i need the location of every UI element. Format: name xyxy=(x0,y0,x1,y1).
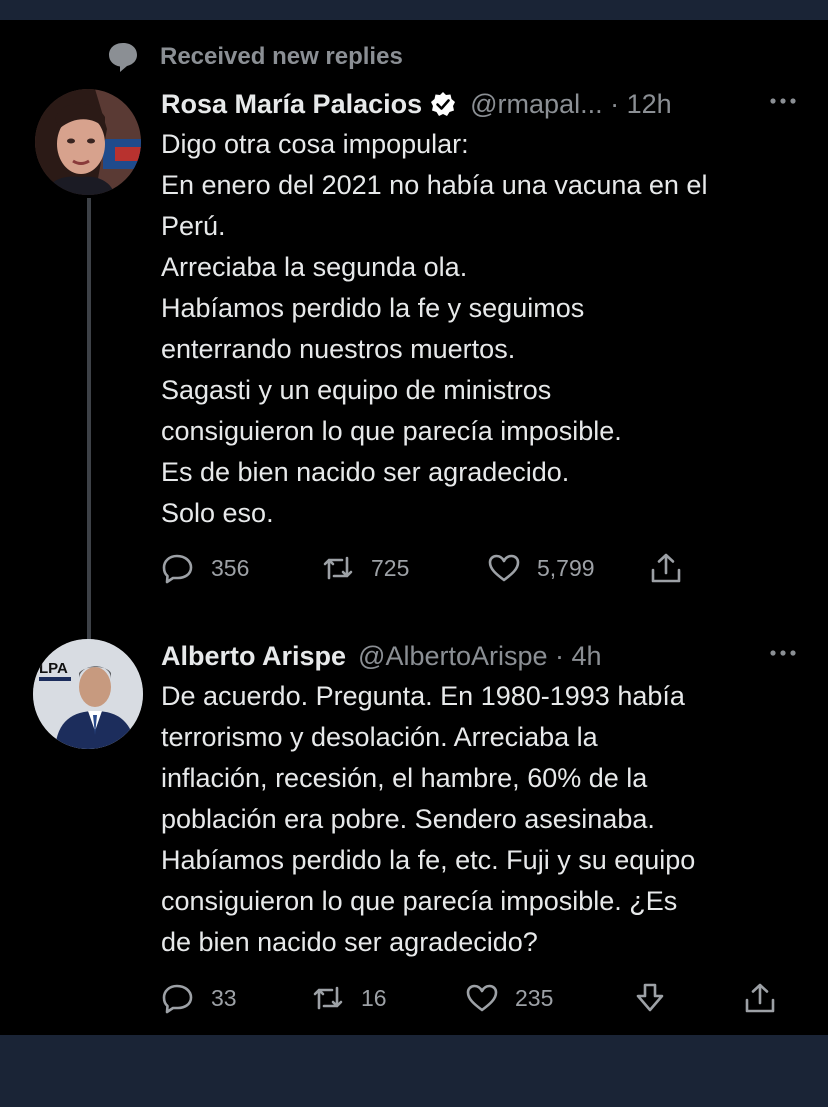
reply-icon xyxy=(162,984,193,1014)
avatar-alberto-image: LPA xyxy=(33,639,143,749)
retweet-icon xyxy=(313,986,343,1010)
tweet-text-line: Habíamos perdido la fe y seguimos xyxy=(161,293,585,323)
timeline-panel: Received new replies Rosa María Palacios… xyxy=(0,20,828,1035)
avatar-logo-text: LPA xyxy=(39,660,68,677)
like-button[interactable]: 235 xyxy=(465,978,553,1018)
handle-and-time[interactable]: @AlbertoArispe · 4h xyxy=(358,641,602,672)
tweet-text-line: Digo otra cosa impopular: xyxy=(161,129,469,159)
reply-count: 356 xyxy=(211,554,250,581)
handle-and-time[interactable]: @rmapal... · 12h xyxy=(470,89,672,120)
share-icon xyxy=(745,983,775,1013)
retweet-button[interactable]: 725 xyxy=(321,548,409,588)
tweet-actions: 356 725 5,799 xyxy=(161,548,801,588)
share-button[interactable] xyxy=(649,548,683,588)
display-name[interactable]: Alberto Arispe xyxy=(161,641,346,672)
more-options-icon[interactable] xyxy=(765,86,801,116)
tweet-text-line: población era pobre. Sendero asesinaba. xyxy=(161,804,655,834)
more-options-icon[interactable] xyxy=(765,638,801,668)
reply-icon xyxy=(162,554,193,584)
heart-icon xyxy=(488,554,520,582)
tweet-text-line: Solo eso. xyxy=(161,498,274,528)
like-count: 5,799 xyxy=(537,554,595,581)
like-button[interactable]: 5,799 xyxy=(487,548,595,588)
tweet-text-line: Habíamos perdido la fe, etc. Fuji y su e… xyxy=(161,845,696,875)
tweet-text-line: En enero del 2021 no había una vacuna en… xyxy=(161,170,708,200)
tweet-text: Digo otra cosa impopular: En enero del 2… xyxy=(161,124,707,534)
speech-bubble-icon xyxy=(109,43,137,72)
reply-count: 33 xyxy=(211,984,237,1011)
heart-icon xyxy=(466,984,498,1012)
share-button[interactable] xyxy=(743,978,777,1018)
share-icon xyxy=(651,553,681,583)
bottom-frame xyxy=(0,1035,828,1107)
new-replies-text: Received new replies xyxy=(160,43,403,70)
avatar-rosa[interactable] xyxy=(35,89,141,195)
retweet-count: 16 xyxy=(361,984,387,1011)
retweet-count: 725 xyxy=(371,554,410,581)
display-name[interactable]: Rosa María Palacios xyxy=(161,89,422,120)
new-replies-notice[interactable]: Received new replies xyxy=(106,42,403,72)
tweet-text-line: de bien nacido ser agradecido? xyxy=(161,927,538,957)
tweet-text-line: De acuerdo. Pregunta. En 1980-1993 había xyxy=(161,681,685,711)
tweet-header: Rosa María Palacios @rmapal... · 12h xyxy=(161,84,801,124)
tweet-text-line: consiguieron lo que parecía imposible. xyxy=(161,416,622,446)
reply-button[interactable]: 33 xyxy=(161,978,237,1018)
thread-connector-line xyxy=(87,198,91,646)
tweet-text-line: consiguieron lo que parecía imposible. ¿… xyxy=(161,886,678,916)
tweet-header: Alberto Arispe @AlbertoArispe · 4h xyxy=(161,636,801,676)
tweet-text-line: terrorismo y desolación. Arreciaba la xyxy=(161,722,598,752)
tweet-text: De acuerdo. Pregunta. En 1980-1993 había… xyxy=(161,676,695,963)
like-count: 235 xyxy=(515,984,554,1011)
downvote-button[interactable] xyxy=(633,978,667,1018)
retweet-icon xyxy=(323,556,353,580)
tweet-text-line: enterrando nuestros muertos. xyxy=(161,334,516,364)
tweet-actions: 33 16 235 xyxy=(161,978,801,1018)
avatar-alberto[interactable]: LPA xyxy=(33,639,143,749)
avatar-rosa-image xyxy=(35,89,141,195)
retweet-button[interactable]: 16 xyxy=(311,978,387,1018)
tweet-text-line: inflación, recesión, el hambre, 60% de l… xyxy=(161,763,648,793)
tweet-text-line: Sagasti y un equipo de ministros xyxy=(161,375,552,405)
verified-badge-icon xyxy=(431,92,456,116)
tweet-text-line: Perú. xyxy=(161,211,226,241)
tweet-text-line: Es de bien nacido ser agradecido. xyxy=(161,457,570,487)
downvote-arrow-icon xyxy=(636,983,664,1012)
tweet-text-line: Arreciaba la segunda ola. xyxy=(161,252,468,282)
reply-button[interactable]: 356 xyxy=(161,548,249,588)
